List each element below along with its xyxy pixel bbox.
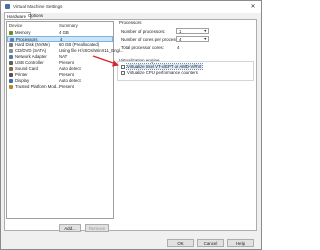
annotation-arrow (92, 55, 119, 67)
cancel-button[interactable]: Cancel (197, 239, 224, 247)
help-button[interactable]: Help (227, 239, 254, 247)
ok-button[interactable]: OK (167, 239, 194, 247)
